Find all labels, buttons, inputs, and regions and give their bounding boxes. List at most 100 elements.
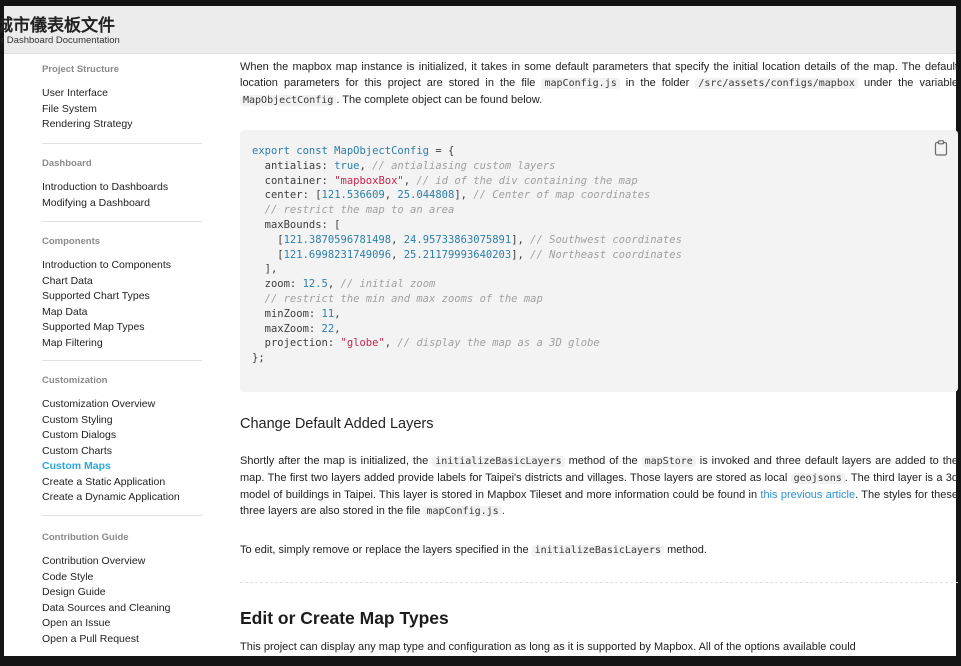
sidebar-heading: Customization — [42, 375, 108, 386]
inline-code: mapConfig.js — [541, 78, 620, 89]
sidebar-item-chart-data[interactable]: Chart Data — [42, 274, 202, 290]
window-frame-bottom — [0, 656, 961, 666]
code-number: 121.536609 — [321, 189, 385, 202]
sidebar-item-custom-dialogs[interactable]: Custom Dialogs — [42, 428, 202, 444]
code-number: 11 — [321, 307, 335, 320]
code-token: zoom: — [252, 278, 303, 291]
text-span: under the variable — [857, 77, 959, 89]
sidebar-section-contribution-guide: Contribution Guide Contribution Overview… — [42, 532, 202, 647]
code-number: 12.5 — [302, 278, 328, 291]
code-block: export const MapObjectConfig = { antiali… — [240, 130, 958, 392]
text-span: . — [501, 505, 505, 517]
sidebar-item-open-a-pull-request[interactable]: Open a Pull Request — [42, 632, 202, 648]
code-token: maxZoom: — [252, 322, 322, 335]
code-token: center: [ — [252, 189, 322, 202]
sidebar-item-custom-charts[interactable]: Custom Charts — [42, 444, 202, 460]
site-title[interactable]: 城市儀表板文件 — [0, 11, 115, 36]
inline-code: geojsons — [790, 473, 845, 484]
code-token: maxBounds: [ — [252, 218, 341, 231]
sidebar-heading: Project Structure — [42, 64, 120, 75]
sidebar-item-user-interface[interactable]: User Interface — [42, 86, 202, 102]
text-span: . The complete object can be found below… — [336, 94, 543, 106]
site-subtitle: r Dashboard Documentation — [1, 35, 120, 46]
sidebar-item-customization-overview[interactable]: Customization Overview — [42, 397, 202, 413]
previous-article-link[interactable]: this previous article — [760, 489, 855, 501]
text-span: in the folder — [619, 77, 696, 89]
sidebar-item-map-data[interactable]: Map Data — [42, 305, 202, 321]
code-comment: // initial zoom — [334, 278, 436, 291]
code-number: 22 — [321, 322, 335, 335]
sidebar-item-custom-maps[interactable]: Custom Maps — [42, 459, 202, 475]
inline-code: initializeBasicLayers — [432, 456, 565, 467]
text-span: Shortly after the map is initialized, th… — [240, 455, 433, 467]
sidebar-item-create-a-static-application[interactable]: Create a Static Application — [42, 475, 202, 491]
code-comment: // Center of map coordinates — [466, 189, 651, 202]
inline-code: MapObjectConfig — [240, 95, 337, 106]
code-comment: // display the map as a 3D globe — [391, 337, 600, 350]
code-number: 24.95733863075891 — [403, 233, 512, 246]
code-comment: // restrict the map to an area — [252, 204, 455, 217]
sidebar-item-design-guide[interactable]: Design Guide — [42, 585, 202, 601]
layers-paragraph: Shortly after the map is initialized, th… — [240, 453, 958, 520]
inline-code: mapStore — [641, 456, 696, 467]
copy-icon[interactable] — [934, 140, 948, 156]
sidebar-section-project-structure: Project Structure User Interface File Sy… — [42, 64, 202, 133]
content-divider — [240, 582, 958, 583]
sidebar-section-customization: Customization Customization Overview Cus… — [42, 375, 202, 506]
sidebar-item-map-filtering[interactable]: Map Filtering — [42, 336, 202, 352]
code-comment: // restrict the min and max zooms of the… — [252, 292, 543, 305]
sidebar-section-dashboard: Dashboard Introduction to Dashboards Mod… — [42, 158, 202, 211]
text-span: To edit, simply remove or replace the la… — [240, 544, 532, 556]
inline-code: mapConfig.js — [423, 506, 502, 517]
section-heading-edit-or-create-map-types: Edit or Create Map Types — [240, 608, 449, 628]
sidebar-divider — [42, 143, 202, 144]
inline-code: initializeBasicLayers — [531, 545, 665, 556]
code-number: 25.044808 — [397, 189, 455, 202]
intro-paragraph: When the mapbox map instance is initiali… — [240, 59, 958, 109]
sidebar-item-introduction-to-components[interactable]: Introduction to Components — [42, 258, 202, 274]
code-token: MapObjectConfig — [327, 145, 430, 157]
sidebar-item-contribution-overview[interactable]: Contribution Overview — [42, 554, 202, 570]
sidebar-heading: Dashboard — [42, 158, 92, 169]
text-span: method of the — [564, 455, 642, 467]
code-number: 25.21179993640203 — [403, 248, 512, 261]
sidebar-item-data-sources-and-cleaning[interactable]: Data Sources and Cleaning — [42, 601, 202, 617]
edit-layers-paragraph: To edit, simply remove or replace the la… — [240, 542, 958, 559]
code-token: ], — [252, 263, 278, 276]
code-token: true — [334, 159, 360, 172]
sidebar-heading: Contribution Guide — [42, 532, 129, 543]
code-number: 121.3870596781498 — [283, 233, 392, 246]
code-comment: // Northeast coordinates — [523, 248, 682, 261]
sidebar-item-custom-styling[interactable]: Custom Styling — [42, 413, 202, 429]
code-token: minZoom: — [252, 307, 322, 320]
sidebar-item-open-an-issue[interactable]: Open an Issue — [42, 616, 202, 632]
map-types-paragraph: This project can display any map type an… — [240, 641, 856, 653]
code-comment: // antialiasing custom layers — [365, 159, 556, 172]
sidebar-item-supported-map-types[interactable]: Supported Map Types — [42, 320, 202, 336]
sidebar-divider — [42, 360, 202, 361]
sidebar-divider — [42, 221, 202, 222]
sidebar-item-rendering-strategy[interactable]: Rendering Strategy — [42, 117, 202, 133]
sidebar-item-introduction-to-dashboards[interactable]: Introduction to Dashboards — [42, 180, 202, 196]
inline-code: /src/assets/configs/mapbox — [695, 78, 858, 89]
code-string: "mapboxBox" — [334, 174, 404, 187]
code-token: antialias: — [252, 159, 335, 172]
code-token: }; — [252, 352, 265, 365]
sidebar-divider — [42, 515, 202, 516]
text-span: method. — [664, 544, 707, 556]
code-token: projection: — [252, 337, 341, 350]
code-string: "globe" — [340, 337, 385, 350]
sidebar-item-file-system[interactable]: File System — [42, 102, 202, 118]
sidebar-item-supported-chart-types[interactable]: Supported Chart Types — [42, 289, 202, 305]
sidebar-item-code-style[interactable]: Code Style — [42, 570, 202, 586]
sidebar-item-create-a-dynamic-application[interactable]: Create a Dynamic Application — [42, 490, 202, 506]
sidebar-item-modifying-a-dashboard[interactable]: Modifying a Dashboard — [42, 196, 202, 212]
code-number: 121.6998231749096 — [283, 248, 392, 261]
code-token: = { — [429, 145, 455, 157]
sidebar-nav: Project Structure User Interface File Sy… — [4, 55, 214, 656]
site-header: 城市儀表板文件 r Dashboard Documentation — [0, 6, 956, 54]
main-content: When the mapbox map instance is initiali… — [230, 55, 958, 656]
code-comment: // id of the div containing the map — [410, 174, 638, 187]
code-token: export const — [252, 145, 328, 157]
code-token: container: — [252, 174, 335, 187]
